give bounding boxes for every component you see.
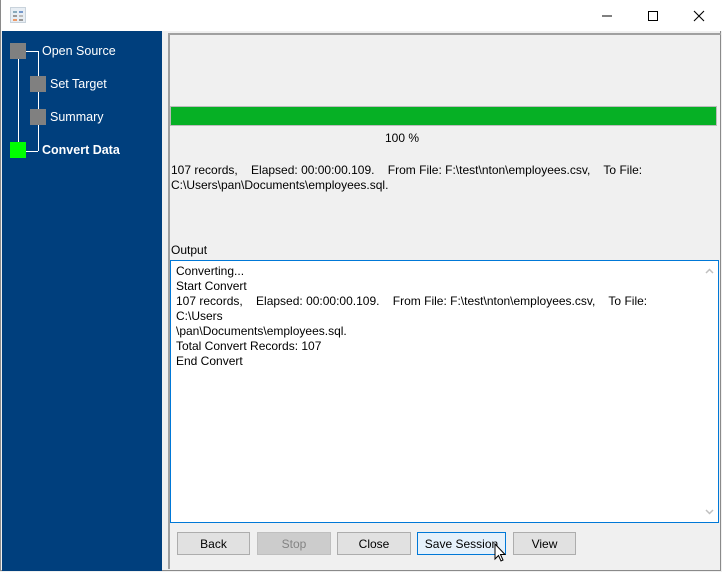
status-summary: 107 records, Elapsed: 00:00:00.109. From… [171, 163, 701, 193]
step-status-icon-open-source [10, 43, 26, 59]
title-bar [1, 0, 722, 31]
app-window: Open Source Set Target Summary Convert D… [0, 0, 722, 571]
step-convert-data: Convert Data [42, 143, 120, 157]
step-status-icon-set-target [30, 76, 46, 92]
minimize-icon [602, 15, 612, 16]
output-scrollbar[interactable] [701, 261, 718, 522]
output-label: Output [171, 243, 208, 257]
app-icon [10, 7, 26, 23]
stop-button[interactable]: Stop [257, 532, 331, 555]
step-connector [26, 151, 38, 152]
maximize-button[interactable] [630, 0, 676, 31]
step-status-icon-convert-data [10, 142, 26, 158]
step-summary: Summary [50, 110, 104, 124]
scroll-down-icon[interactable] [701, 503, 718, 520]
progress-bar [170, 106, 717, 126]
progress-bar-fill [171, 107, 716, 125]
back-button[interactable]: Back [177, 532, 250, 555]
status-line-2: C:\Users\pan\Documents\employees.sql. [171, 178, 389, 192]
close-button[interactable]: Close [337, 532, 411, 555]
scroll-up-icon[interactable] [701, 263, 718, 280]
step-open-source: Open Source [42, 44, 116, 58]
progress-percent-label: 100 % [384, 131, 420, 145]
view-button[interactable]: View [513, 532, 576, 555]
output-log[interactable]: Converting... Start Convert 107 records,… [170, 260, 719, 523]
output-log-text: Converting... Start Convert 107 records,… [176, 264, 648, 368]
maximize-icon [648, 10, 658, 21]
step-connector [18, 51, 19, 151]
wizard-steps-sidebar: Open Source Set Target Summary Convert D… [2, 31, 162, 571]
mouse-cursor-icon [494, 543, 507, 562]
status-line-1: 107 records, Elapsed: 00:00:00.109. From… [171, 163, 643, 177]
step-set-target: Set Target [50, 77, 107, 91]
step-connector [38, 51, 39, 151]
step-status-icon-summary [30, 109, 46, 125]
minimize-button[interactable] [584, 0, 630, 31]
save-session-button[interactable]: Save Session [417, 532, 506, 555]
close-window-button[interactable] [676, 0, 722, 31]
step-connector [26, 51, 38, 52]
close-icon [693, 10, 705, 21]
